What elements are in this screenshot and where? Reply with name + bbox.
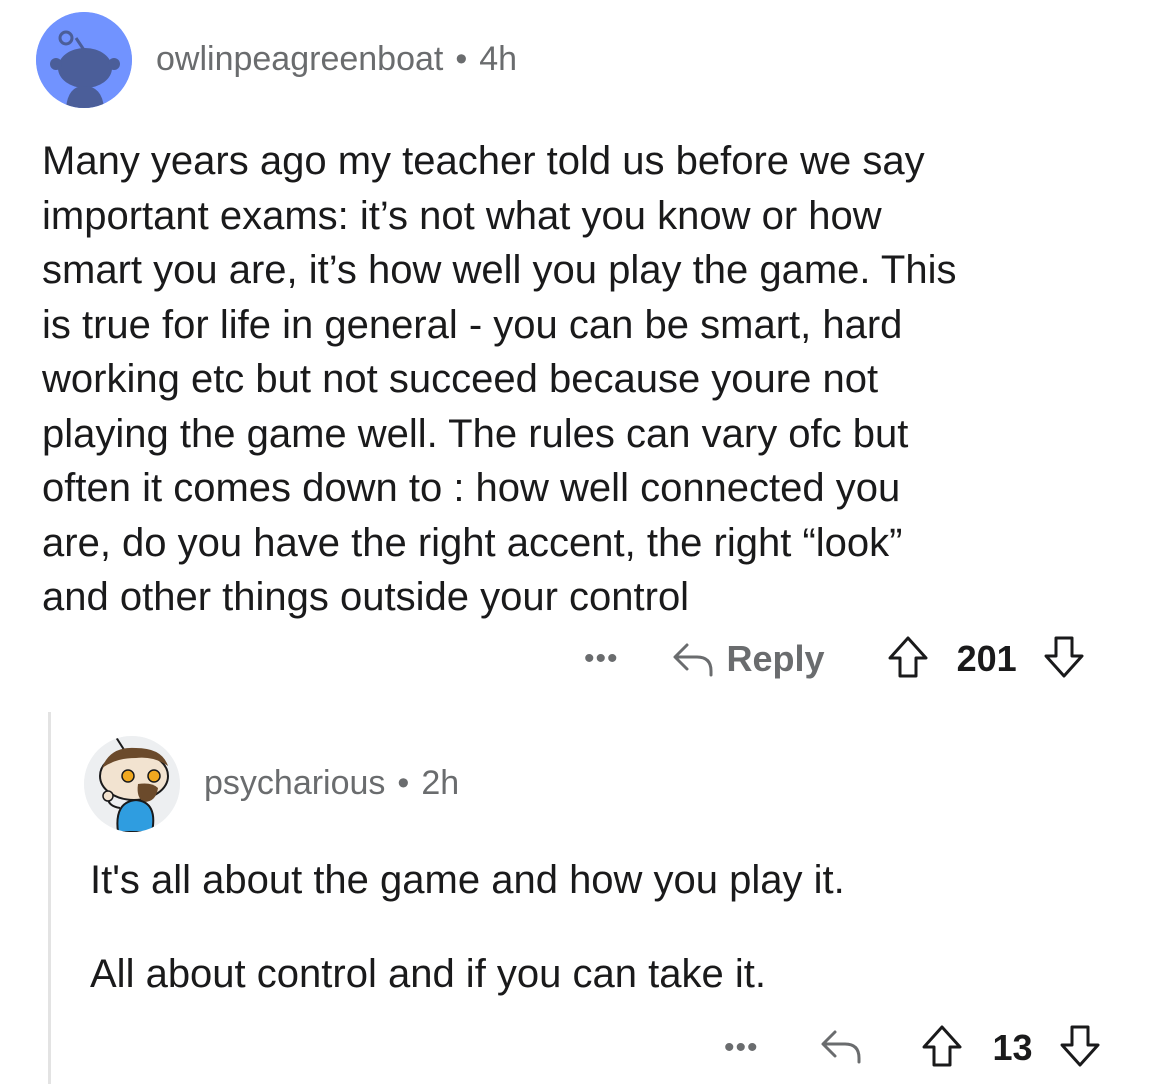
snoo-avatar-icon [36,12,132,108]
avatar[interactable] [36,12,132,108]
custom-snoo-avatar-icon [84,736,180,832]
username[interactable]: psycharious [204,764,385,803]
comment-line: Many years ago my teacher told us before… [42,139,925,183]
comment-line: are, do you have the right accent, the r… [42,520,903,565]
more-options-icon: ••• [584,642,619,675]
downvote-arrow-icon [1044,636,1084,677]
avatar[interactable] [84,736,180,832]
comment-actions: ••• Reply 201 [584,634,1085,684]
comment-line: important exams: it’s not what you know … [42,193,882,238]
upvote-button[interactable] [921,1024,963,1073]
timestamp[interactable]: 2h [421,764,459,803]
reply-label: Reply [726,638,825,679]
downvote-button[interactable] [1059,1024,1101,1073]
comment-paragraph: It's all about the game and how you play… [90,858,845,902]
vote-count: 13 [992,1027,1033,1068]
more-options-button[interactable]: ••• [584,642,619,676]
comment-line: is true for life in general - you can be… [42,302,903,347]
comment-line: smart you are, it’s how well you play th… [42,248,957,292]
upvote-arrow-icon [922,1025,962,1066]
more-options-icon: ••• [724,1031,759,1064]
more-options-button[interactable]: ••• [724,1031,759,1065]
timestamp[interactable]: 4h [479,40,517,79]
reply-arrow-icon [821,1030,861,1063]
comment-line: and other things outside your control [42,575,690,619]
comment-thread: owlinpeagreenboat • 4h Many years ago my… [0,0,1170,1084]
downvote-button[interactable] [1043,635,1085,684]
reply-arrow-icon [673,643,713,677]
comment-body: Many years ago my teacher told us before… [42,134,1152,625]
comment-header: psycharious • 2h [204,764,459,803]
comment-header: owlinpeagreenboat • 4h [156,40,517,79]
thread-line[interactable] [48,712,51,1084]
comment-line: working etc but not succeed because your… [42,357,879,401]
separator-dot: • [455,40,468,78]
upvote-arrow-icon [888,636,928,677]
username[interactable]: owlinpeagreenboat [156,40,443,79]
comment-line: playing the game well. The rules can var… [42,411,909,456]
reply-button[interactable] [819,1028,863,1069]
upvote-button[interactable] [887,635,929,684]
separator-dot: • [397,764,410,802]
vote-count: 201 [956,638,1017,679]
comment-line: often it comes down to : how well connec… [42,466,901,510]
comment-actions: ••• 13 [724,1024,1101,1072]
reply-button[interactable]: Reply [671,638,825,680]
downvote-arrow-icon [1060,1025,1100,1066]
comment-paragraph: All about control and if you can take it… [90,952,766,996]
